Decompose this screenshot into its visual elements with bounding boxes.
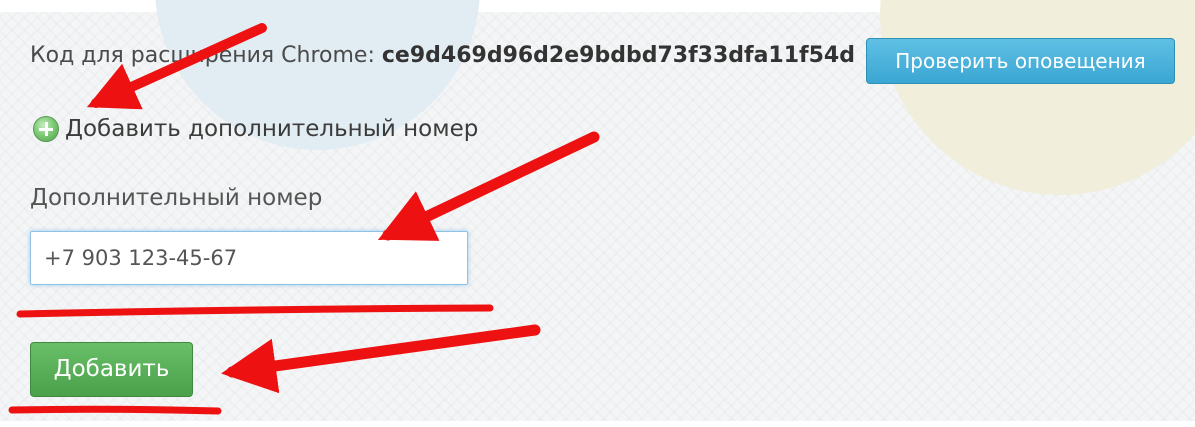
extension-code-line: Код для расширения Chrome: ce9d469d96d2e… [30,43,855,68]
plus-circle-icon[interactable] [33,116,59,142]
extension-code-value: ce9d469d96d2e9bdbd73f33dfa11f54d [381,43,855,68]
annotation-arrow-2 [378,131,600,241]
page: Код для расширения Chrome: ce9d469d96d2e… [0,0,1195,427]
annotation-underline-1 [16,304,494,318]
extension-code-label: Код для расширения Chrome: [30,43,375,68]
add-extra-number-label[interactable]: Добавить дополнительный номер [65,116,478,142]
decorative-circle-beige [880,0,1195,195]
add-button[interactable]: Добавить [30,342,193,397]
bottom-strip [0,421,1195,427]
annotation-underline-2 [8,405,222,415]
add-extra-number-link[interactable]: Добавить дополнительный номер [33,116,478,142]
annotation-arrow-3 [221,324,541,394]
extra-number-input[interactable] [30,231,468,285]
check-notifications-button[interactable]: Проверить оповещения [866,38,1175,84]
extra-number-label: Дополнительный номер [30,185,323,211]
